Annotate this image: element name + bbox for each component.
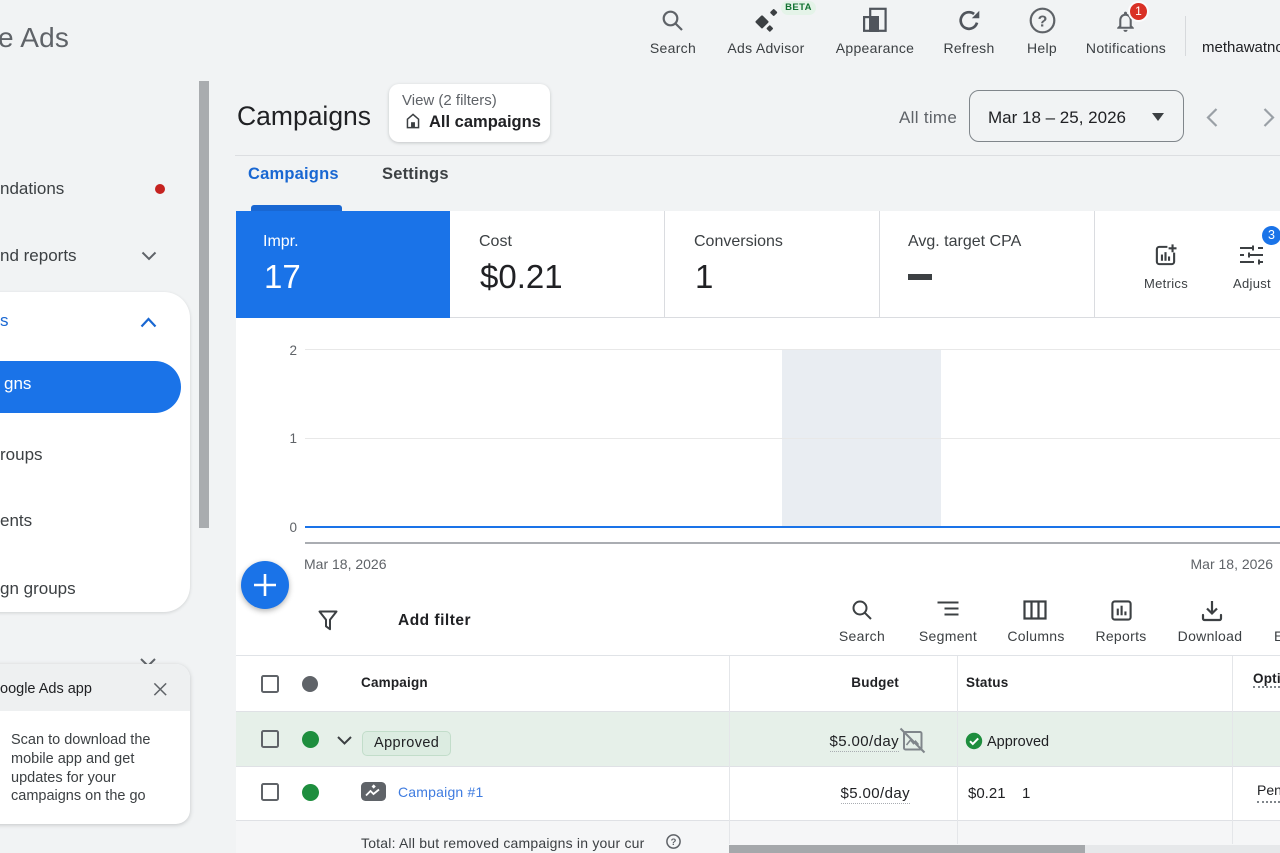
svg-text:?: ? — [671, 837, 677, 848]
svg-text:?: ? — [1038, 14, 1048, 31]
